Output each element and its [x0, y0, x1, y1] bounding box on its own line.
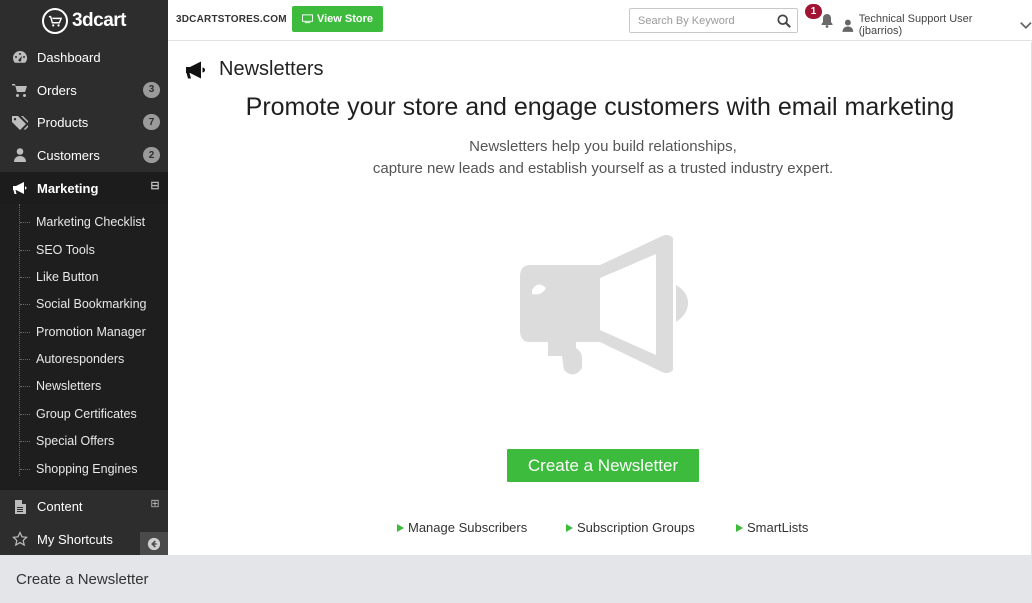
tags-icon: [11, 115, 29, 131]
chevron-down-icon: [1020, 21, 1032, 29]
page-title-text: Newsletters: [219, 58, 324, 80]
app-window: 3dcart Dashboard Orders 3 Products 7 Cus…: [0, 0, 1032, 603]
logo-cart-icon: [41, 7, 68, 34]
submenu-item-group-certificates[interactable]: Group Certificates: [0, 400, 168, 427]
triangle-right-icon: [566, 523, 573, 532]
expand-toggle-icon[interactable]: ⊞: [150, 499, 160, 510]
customers-count-badge: 2: [143, 147, 160, 164]
submenu-item-social-bookmarking[interactable]: Social Bookmarking: [0, 291, 168, 318]
bullhorn-icon: [186, 61, 205, 78]
sidebar-item-customers[interactable]: Customers 2: [0, 139, 168, 172]
footer-caption: Create a Newsletter: [0, 555, 1032, 603]
cart-icon: [11, 82, 29, 98]
megaphone-illustration-icon: [520, 235, 688, 375]
notification-badge[interactable]: 1: [805, 4, 822, 19]
headline: Promote your store and engage customers …: [245, 93, 955, 121]
create-newsletter-button[interactable]: Create a Newsletter: [507, 449, 699, 482]
bullhorn-icon: [11, 180, 29, 196]
search-icon[interactable]: [777, 14, 791, 28]
submenu-item-like-button[interactable]: Like Button: [0, 263, 168, 290]
submenu-item-marketing-checklist[interactable]: Marketing Checklist: [0, 208, 168, 235]
sidebar-item-orders[interactable]: Orders 3: [0, 74, 168, 107]
dashboard-icon: [11, 49, 29, 65]
sidebar-item-marketing[interactable]: Marketing ⊟: [0, 171, 168, 205]
sidebar-item-label: My Shortcuts: [37, 531, 113, 547]
sidebar-item-label: Dashboard: [37, 49, 101, 65]
triangle-right-icon: [397, 523, 404, 532]
sidebar-item-dashboard[interactable]: Dashboard: [0, 41, 168, 74]
monitor-icon: [301, 14, 313, 24]
user-icon: [842, 19, 854, 32]
link-label: Subscription Groups: [577, 520, 695, 535]
subscription-groups-link[interactable]: Subscription Groups: [566, 520, 695, 535]
smartlists-link[interactable]: SmartLists: [736, 520, 808, 535]
page-title: Newsletters: [185, 58, 323, 81]
sidebar-item-label: Products: [37, 115, 89, 131]
orders-count-badge: 3: [143, 81, 160, 98]
subline-2: capture new leads and establish yourself…: [372, 160, 834, 177]
submenu-item-autoresponders[interactable]: Autoresponders: [0, 345, 168, 372]
link-label: Manage Subscribers: [408, 520, 528, 535]
sidebar-item-label: Marketing: [37, 180, 99, 196]
sidebar-item-label: Content: [37, 499, 83, 515]
subline-1: Newsletters help you build relationships…: [469, 138, 737, 155]
products-count-badge: 7: [143, 114, 160, 131]
star-icon: [11, 531, 29, 547]
sidebar-item-products[interactable]: Products 7: [0, 106, 168, 139]
collapse-sidebar-button[interactable]: [140, 532, 168, 555]
bell-icon[interactable]: [820, 13, 834, 28]
sidebar: 3dcart Dashboard Orders 3 Products 7 Cus…: [0, 0, 168, 555]
sidebar-item-label: Customers: [37, 147, 100, 163]
logo-text: 3dcart: [71, 9, 127, 31]
marketing-submenu: Marketing Checklist SEO Tools Like Butto…: [0, 204, 168, 491]
search-input[interactable]: [630, 9, 770, 32]
view-store-label: View Store: [316, 13, 374, 25]
sidebar-item-content[interactable]: Content ⊞: [0, 490, 168, 523]
user-name: Technical Support User (jbarrios): [858, 13, 973, 37]
manage-subscribers-link[interactable]: Manage Subscribers: [397, 520, 527, 535]
sidebar-item-label: Orders: [37, 82, 77, 98]
submenu-item-seo-tools[interactable]: SEO Tools: [0, 236, 168, 263]
user-icon: [11, 147, 29, 163]
submenu-item-shopping-engines[interactable]: Shopping Engines: [0, 455, 168, 482]
submenu-item-promotion-manager[interactable]: Promotion Manager: [0, 318, 168, 345]
submenu-item-special-offers[interactable]: Special Offers: [0, 428, 168, 455]
user-menu[interactable]: Technical Support User (jbarrios): [842, 13, 1032, 37]
logo[interactable]: 3dcart: [0, 0, 168, 41]
search-box: [629, 8, 798, 33]
top-header: 3DCARTSTORES.COM View Store 1 Technical …: [168, 0, 1032, 41]
arrow-left-circle-icon: [147, 537, 161, 550]
link-label: SmartLists: [747, 520, 809, 535]
collapse-toggle-icon[interactable]: ⊟: [150, 180, 160, 191]
main-content: Newsletters Promote your store and engag…: [168, 42, 1032, 555]
document-icon: [11, 499, 29, 515]
view-store-button[interactable]: View Store: [292, 6, 383, 32]
submenu-item-newsletters[interactable]: Newsletters: [0, 373, 168, 400]
triangle-right-icon: [736, 523, 743, 532]
store-name[interactable]: 3DCARTSTORES.COM: [176, 14, 287, 25]
